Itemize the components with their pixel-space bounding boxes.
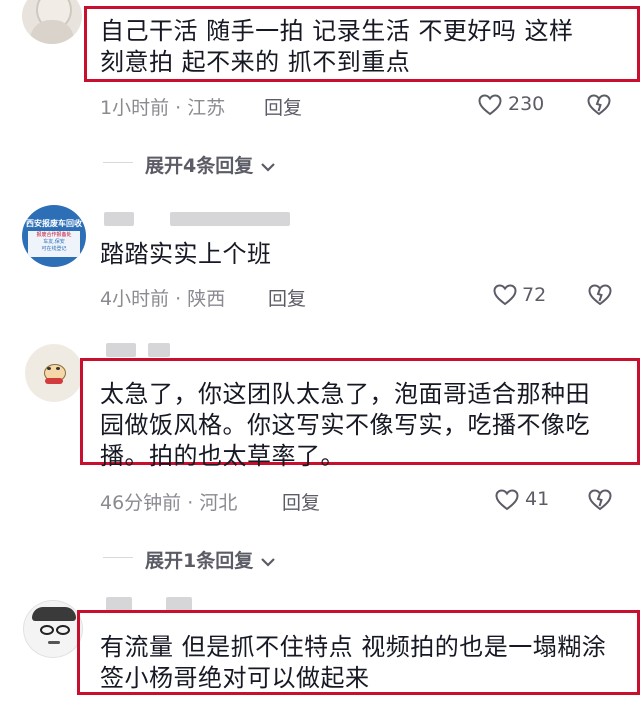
comment-line: 自己干活 随手一拍 记录生活 不更好吗 这样 <box>100 17 574 45</box>
chevron-down-icon <box>260 161 276 173</box>
heart-outline-icon[interactable] <box>493 284 517 306</box>
meta-dot: · <box>175 288 182 310</box>
comment-time: 1小时前 <box>100 97 170 119</box>
reply-button[interactable]: 回复 <box>264 93 302 120</box>
heart-outline-icon[interactable] <box>495 489 519 511</box>
comment-time: 4小时前 <box>100 288 170 310</box>
dislike-heart-icon[interactable] <box>587 94 611 116</box>
comment-location: 陕西 <box>187 288 226 310</box>
like-count: 41 <box>525 488 550 510</box>
avatar[interactable] <box>25 344 83 402</box>
comment-text: 自己干活 随手一拍 记录生活 不更好吗 这样 刻意拍 起不来的 抓不到重点 <box>100 16 574 78</box>
username-blurred <box>106 597 132 611</box>
dislike-heart-icon[interactable] <box>588 489 612 511</box>
avatar[interactable]: 西安报废车回收 报废合作报备处 车友,保安 可在线登记 <box>22 205 86 267</box>
comment-meta: 4小时前 · 陕西 <box>100 284 225 311</box>
expand-replies-label: 展开1条回复 <box>145 550 254 572</box>
comment-line: 有流量 但是抓不住特点 视频拍的也是一塌糊涂 <box>100 633 607 661</box>
meta-dot: · <box>175 97 182 119</box>
comment-text: 踏踏实实上个班 <box>100 239 272 270</box>
username-blurred <box>166 597 192 611</box>
reply-button[interactable]: 回复 <box>268 284 306 311</box>
username-blurred <box>170 212 290 226</box>
meta-dot: · <box>187 492 194 514</box>
comment-text: 有流量 但是抓不住特点 视频拍的也是一塌糊涂 签小杨哥绝对可以做起来 <box>100 632 606 694</box>
comment-text: 太急了，你这团队太急了，泡面哥适合那种田 园做饭风格。你这写实不像写实，吃播不像… <box>100 379 590 472</box>
username-blurred <box>106 343 136 357</box>
expand-divider <box>103 557 133 558</box>
expand-divider <box>103 162 133 163</box>
username-blurred <box>104 212 134 226</box>
dislike-heart-icon[interactable] <box>588 284 612 306</box>
reply-button[interactable]: 回复 <box>282 488 320 515</box>
comment-line: 播。拍的也太草率了。 <box>100 442 345 470</box>
like-count: 72 <box>522 284 547 306</box>
avatar[interactable] <box>22 0 82 44</box>
comment-meta: 46分钟前 · 河北 <box>100 488 237 515</box>
comment-location: 河北 <box>199 492 238 514</box>
avatar-caption: 报废合作报备处 <box>36 232 72 238</box>
comment-line: 踏踏实实上个班 <box>100 240 272 268</box>
like-count: 230 <box>508 93 545 115</box>
avatar[interactable] <box>23 600 83 658</box>
expand-replies-button[interactable]: 展开4条回复 <box>145 151 276 178</box>
comment-line: 刻意拍 起不来的 抓不到重点 <box>100 48 411 76</box>
avatar-caption: 可在线登记 <box>41 246 67 252</box>
expand-replies-button[interactable]: 展开1条回复 <box>145 546 276 573</box>
comment-line: 太急了，你这团队太急了，泡面哥适合那种田 <box>100 380 590 408</box>
expand-replies-label: 展开4条回复 <box>145 155 254 177</box>
heart-outline-icon[interactable] <box>478 94 502 116</box>
username-blurred <box>148 343 170 357</box>
comment-location: 江苏 <box>187 97 226 119</box>
comment-time: 46分钟前 <box>100 492 182 514</box>
comment-line: 签小杨哥绝对可以做起来 <box>100 664 370 692</box>
avatar-caption: 车友,保安 <box>43 239 65 245</box>
comment-line: 园做饭风格。你这写实不像写实，吃播不像吃 <box>100 411 590 439</box>
chevron-down-icon <box>260 556 276 568</box>
comment-meta: 1小时前 · 江苏 <box>100 93 225 120</box>
avatar-banner: 西安报废车回收 <box>26 219 82 228</box>
